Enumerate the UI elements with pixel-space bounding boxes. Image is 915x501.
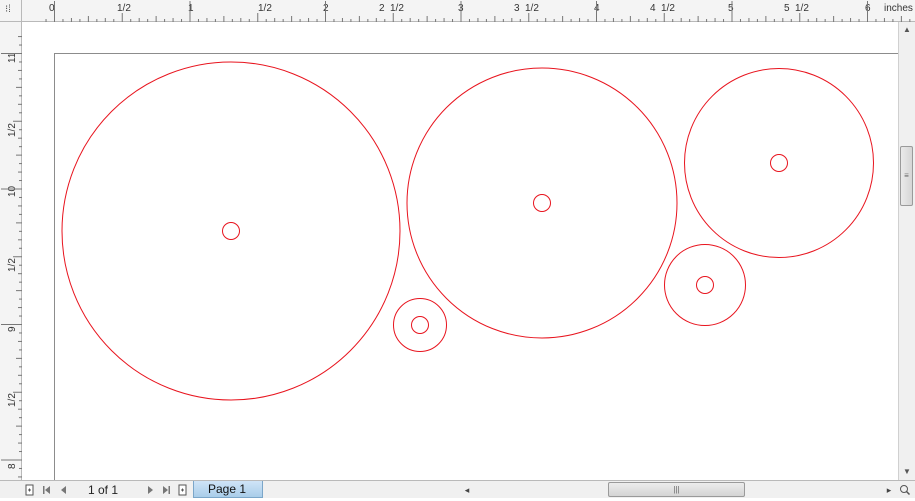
drawing-canvas[interactable] [22,22,898,480]
scroll-down-arrow-icon[interactable]: ▼ [899,464,915,480]
prev-page-icon[interactable] [56,482,72,498]
middle-gear-hub-circle[interactable] [533,194,551,212]
drawing-surface[interactable] [22,22,898,480]
large-gear-outer-circle[interactable] [61,61,401,401]
page-tab[interactable]: Page 1 [193,481,263,498]
last-page-icon[interactable] [158,482,174,498]
first-page-icon[interactable] [39,482,55,498]
status-bar: 1 of 1 Page 1 ◂ ||| ▸ [0,480,915,498]
add-page-after-icon[interactable] [175,482,191,498]
lower-right-gear-outer-circle[interactable] [664,244,746,326]
vertical-scroll-thumb[interactable]: ≡ [900,146,913,206]
vertical-ruler[interactable]: 11 1/2 10 1/2 9 1/2 8 [0,22,22,480]
small-gear-outer-circle[interactable] [393,298,447,352]
page-count: 1 of 1 [88,483,119,497]
horizontal-ruler[interactable]: 0 1/2 1 1/2 2 2 1/2 3 3 1/2 4 4 1/2 5 5 … [22,0,915,22]
add-page-before-icon[interactable] [22,482,38,498]
upper-right-gear-outer-circle[interactable] [684,68,874,258]
ruler-corner[interactable]: ⁝⁞ [0,0,22,22]
next-page-icon[interactable] [142,482,158,498]
vertical-ruler-ticks [1,36,22,478]
ruler-origin-icon[interactable]: ⁝⁞ [5,4,11,15]
scroll-up-arrow-icon[interactable]: ▲ [899,22,915,38]
horizontal-scroll-thumb[interactable]: ||| [608,482,745,497]
scroll-right-arrow-icon[interactable]: ▸ [881,482,897,498]
large-gear-hub-circle[interactable] [222,222,240,240]
zoom-icon[interactable] [897,482,913,498]
middle-gear-outer-circle[interactable] [406,67,678,339]
small-gear-hub-circle[interactable] [411,316,429,334]
lower-right-gear-hub-circle[interactable] [696,276,714,294]
vertical-scrollbar[interactable]: ▲ ≡ ▼ [898,22,915,480]
upper-right-gear-hub-circle[interactable] [770,154,788,172]
horizontal-ruler-ticks [45,1,911,22]
